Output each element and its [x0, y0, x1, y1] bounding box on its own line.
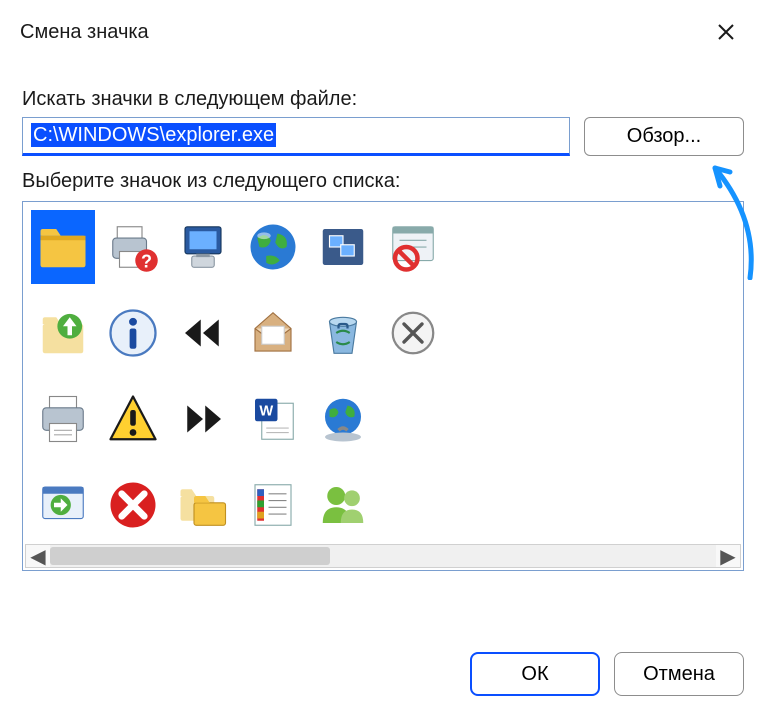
dialog-title: Смена значка	[20, 21, 149, 44]
computer-icon[interactable]	[171, 210, 235, 284]
svg-text:?: ?	[141, 251, 152, 271]
info-icon[interactable]	[101, 296, 165, 370]
warning-icon[interactable]	[101, 382, 165, 456]
scroll-track[interactable]	[50, 545, 716, 567]
folder-copy-icon[interactable]	[171, 468, 235, 542]
close-circle-icon[interactable]	[381, 296, 445, 370]
windows-tile-icon[interactable]	[311, 210, 375, 284]
window-blocked-icon[interactable]	[381, 210, 445, 284]
ok-button[interactable]: ОК	[470, 652, 600, 696]
browse-button[interactable]: Обзор...	[584, 117, 744, 156]
error-icon[interactable]	[101, 468, 165, 542]
scroll-thumb[interactable]	[50, 547, 330, 565]
select-label: Выберите значок из следующего списка:	[22, 170, 744, 193]
search-label: Искать значки в следующем файле:	[22, 88, 744, 111]
forward-icon[interactable]	[171, 382, 235, 456]
horizontal-scrollbar[interactable]: ◀ ▶	[25, 544, 741, 568]
window-arrow-icon[interactable]	[31, 468, 95, 542]
globe-network-icon[interactable]	[311, 382, 375, 456]
word-doc-icon[interactable]: W	[241, 382, 305, 456]
people-icon[interactable]	[311, 468, 375, 542]
cancel-button[interactable]: Отмена	[614, 652, 744, 696]
folder-icon[interactable]	[31, 210, 95, 284]
icon-list: ? W ◀ ▶	[22, 201, 744, 571]
svg-text:W: W	[259, 404, 273, 420]
folder-up-icon[interactable]	[31, 296, 95, 370]
close-icon	[716, 22, 736, 42]
list-column-icon[interactable]	[241, 468, 305, 542]
recycle-bin-icon[interactable]	[311, 296, 375, 370]
scroll-left-arrow[interactable]: ◀	[26, 545, 50, 567]
globe-icon[interactable]	[241, 210, 305, 284]
envelope-open-icon[interactable]	[241, 296, 305, 370]
path-input[interactable]: C:\WINDOWS\explorer.exe	[22, 117, 570, 156]
placeholder-empty	[381, 382, 445, 456]
printer-help-icon[interactable]: ?	[101, 210, 165, 284]
path-selected-text: C:\WINDOWS\explorer.exe	[31, 123, 276, 147]
printer-icon[interactable]	[31, 382, 95, 456]
scroll-right-arrow[interactable]: ▶	[716, 545, 740, 567]
placeholder-empty	[381, 468, 445, 542]
close-button[interactable]	[704, 10, 748, 54]
rewind-icon[interactable]	[171, 296, 235, 370]
